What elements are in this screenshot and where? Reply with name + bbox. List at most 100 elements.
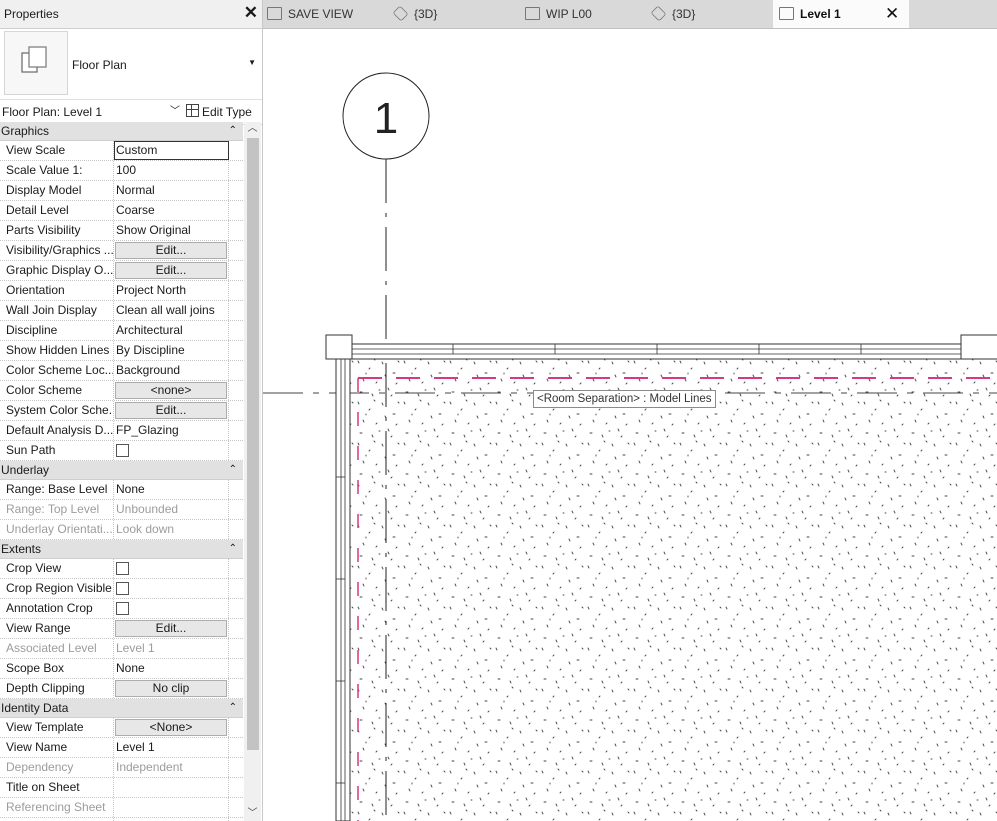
- type-name: Floor Plan: [72, 58, 127, 72]
- property-row-spacer: [229, 619, 243, 638]
- property-row-spacer: [229, 520, 243, 539]
- property-row: Range: Base Level None: [0, 480, 243, 500]
- category-extents[interactable]: Extents ⌃: [0, 540, 243, 559]
- property-row-spacer: [229, 579, 243, 598]
- property-value: Level 1: [114, 639, 229, 658]
- property-row-spacer: [229, 718, 243, 737]
- tab-wip-l00[interactable]: WIP L00: [525, 0, 592, 28]
- property-row: Visibility/Graphics ... Edit...: [0, 241, 243, 261]
- collapse-chevron-icon[interactable]: ⌃: [229, 699, 237, 717]
- property-edit-button[interactable]: Edit...: [115, 402, 227, 419]
- property-name: Default Analysis D...: [0, 421, 114, 440]
- property-edit-button[interactable]: <None>: [115, 719, 227, 736]
- property-value[interactable]: Custom: [114, 141, 229, 160]
- instance-selector-label: Floor Plan: Level 1: [2, 105, 103, 119]
- property-edit-button[interactable]: Edit...: [115, 262, 227, 279]
- edit-type-button[interactable]: Edit Type: [186, 102, 252, 122]
- property-edit-button[interactable]: No clip: [115, 680, 227, 697]
- property-value[interactable]: [114, 778, 229, 797]
- property-row: Orientation Project North: [0, 281, 243, 301]
- tab-label: {3D}: [414, 7, 438, 21]
- type-dropdown-arrow-icon[interactable]: ▼: [248, 58, 256, 67]
- property-name: Crop Region Visible: [0, 579, 114, 598]
- tab-3d[interactable]: {3D}: [392, 0, 438, 28]
- property-row-spacer: [229, 599, 243, 618]
- property-value-checkbox-cell: [114, 599, 229, 618]
- property-row: Dependency Independent: [0, 758, 243, 778]
- property-value-button-cell: Edit...: [114, 261, 229, 280]
- collapse-chevron-icon[interactable]: ⌃: [229, 540, 237, 558]
- property-value[interactable]: None: [114, 659, 229, 678]
- drawing-canvas[interactable]: 1 <Room Separation> : Model Lines: [263, 29, 997, 821]
- property-row-spacer: [229, 141, 243, 160]
- properties-grid: Graphics ⌃ View Scale Custom Scale Value 1: 1…: [0, 122, 243, 821]
- property-value-button-cell: No clip: [114, 679, 229, 698]
- property-value[interactable]: Project North: [114, 281, 229, 300]
- edit-type-icon: [186, 104, 199, 117]
- property-value[interactable]: Coarse: [114, 201, 229, 220]
- category-label: Graphics: [1, 124, 50, 138]
- category-identity-data[interactable]: Identity Data ⌃: [0, 699, 243, 718]
- property-value-button-cell: <None>: [114, 718, 229, 737]
- property-value[interactable]: 100: [114, 161, 229, 180]
- property-row-spacer: [229, 480, 243, 499]
- property-row-spacer: [229, 241, 243, 260]
- collapse-chevron-icon[interactable]: ⌃: [229, 122, 237, 140]
- type-selector[interactable]: Floor Plan ▼: [0, 29, 262, 100]
- property-value[interactable]: Architectural: [114, 321, 229, 340]
- property-value[interactable]: Clean all wall joins: [114, 301, 229, 320]
- property-edit-button[interactable]: <none>: [115, 382, 227, 399]
- scroll-up-icon[interactable]: ︿: [244, 122, 261, 136]
- property-value[interactable]: By Discipline: [114, 341, 229, 360]
- property-value: [114, 798, 229, 817]
- property-row-spacer: [229, 221, 243, 240]
- property-value[interactable]: Show Original: [114, 221, 229, 240]
- property-row-spacer: [229, 659, 243, 678]
- property-checkbox[interactable]: [116, 582, 129, 595]
- property-name: View Scale: [0, 141, 114, 160]
- tab-label: SAVE VIEW: [288, 7, 354, 21]
- floor-plan-icon: [525, 7, 540, 20]
- tab-3d-2[interactable]: {3D}: [650, 0, 695, 28]
- property-value: Independent: [114, 758, 229, 777]
- property-row: Discipline Architectural: [0, 321, 243, 341]
- property-value-checkbox-cell: [114, 441, 229, 460]
- property-value[interactable]: None: [114, 480, 229, 499]
- property-value[interactable]: Normal: [114, 181, 229, 200]
- property-checkbox[interactable]: [116, 562, 129, 575]
- property-name: Orientation: [0, 281, 114, 300]
- property-value-button-cell: <none>: [114, 381, 229, 400]
- property-value[interactable]: FP_Glazing: [114, 421, 229, 440]
- property-value-button-cell: Edit...: [114, 619, 229, 638]
- collapse-chevron-icon[interactable]: ⌃: [229, 461, 237, 479]
- tab-level-1[interactable]: Level 1 ✕: [773, 0, 909, 28]
- scrollbar-thumb[interactable]: [247, 138, 259, 750]
- property-value[interactable]: Background: [114, 361, 229, 380]
- instance-selector[interactable]: Floor Plan: Level 1 ﹀: [2, 102, 182, 122]
- property-checkbox[interactable]: [116, 602, 129, 615]
- property-value[interactable]: Level 1: [114, 738, 229, 757]
- property-edit-button[interactable]: Edit...: [115, 242, 227, 259]
- property-row-spacer: [229, 758, 243, 777]
- view-tab-bar: SAVE VIEW {3D} WIP L00 {3D} Level 1 ✕: [263, 0, 997, 29]
- property-row: View Name Level 1: [0, 738, 243, 758]
- property-row-spacer: [229, 361, 243, 380]
- property-name: Visibility/Graphics ...: [0, 241, 114, 260]
- property-name: Parts Visibility: [0, 221, 114, 240]
- close-icon[interactable]: ✕: [244, 3, 258, 23]
- tab-label: WIP L00: [546, 7, 592, 21]
- close-icon[interactable]: ✕: [885, 0, 899, 28]
- floor-plan-type-icon: [4, 31, 68, 95]
- category-underlay[interactable]: Underlay ⌃: [0, 461, 243, 480]
- property-row-spacer: [229, 421, 243, 440]
- property-edit-button[interactable]: Edit...: [115, 620, 227, 637]
- property-row: View Range Edit...: [0, 619, 243, 639]
- property-row-spacer: [229, 441, 243, 460]
- tab-save-view[interactable]: SAVE VIEW: [267, 0, 353, 28]
- scroll-down-icon[interactable]: ﹀: [244, 807, 261, 821]
- properties-scrollbar[interactable]: ︿ ﹀: [244, 122, 261, 821]
- property-value-checkbox-cell: [114, 579, 229, 598]
- category-graphics[interactable]: Graphics ⌃: [0, 122, 243, 141]
- property-name: Title on Sheet: [0, 778, 114, 797]
- property-checkbox[interactable]: [116, 444, 129, 457]
